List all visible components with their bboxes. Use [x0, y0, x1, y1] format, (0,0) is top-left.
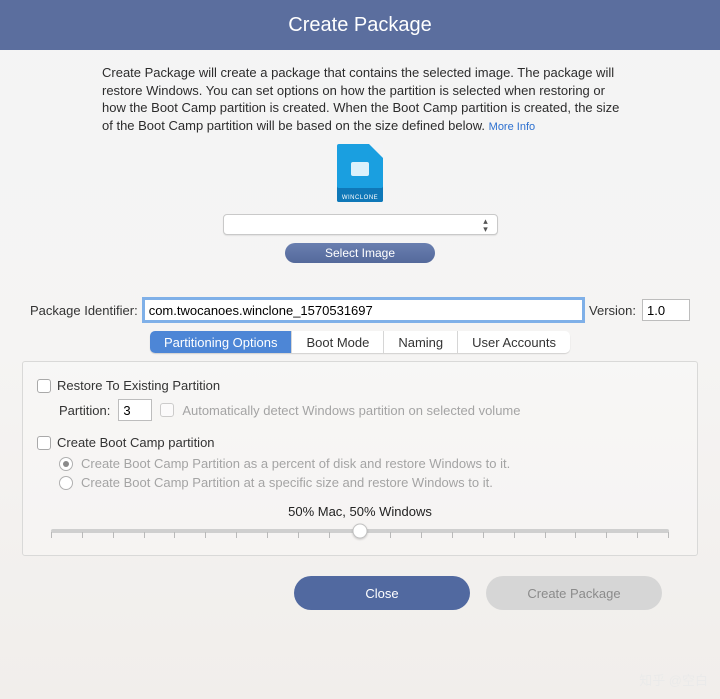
options-tabs: Partitioning Options Boot Mode Naming Us…: [150, 331, 570, 353]
more-info-link[interactable]: More Info: [489, 121, 535, 133]
slider-thumb[interactable]: [353, 524, 368, 539]
create-package-button: Create Package: [486, 576, 662, 610]
window-titlebar: Create Package: [0, 0, 720, 50]
description-text: Create Package will create a package tha…: [22, 64, 698, 134]
bootcamp-size-label: Create Boot Camp Partition at a specific…: [81, 475, 493, 490]
description-body: Create Package will create a package tha…: [102, 65, 619, 133]
document-icon-caption: WINCLONE: [337, 195, 383, 201]
auto-detect-label: Automatically detect Windows partition o…: [182, 403, 520, 418]
auto-detect-checkbox[interactable]: [160, 403, 174, 417]
create-bootcamp-label: Create Boot Camp partition: [57, 435, 215, 450]
image-select-dropdown[interactable]: ▴▾: [223, 214, 498, 235]
partitioning-options-panel: Restore To Existing Partition Partition:…: [22, 361, 698, 556]
chevron-updown-icon: ▴▾: [479, 217, 493, 233]
tab-naming[interactable]: Naming: [384, 331, 458, 353]
version-field[interactable]: [642, 299, 690, 321]
select-image-button[interactable]: Select Image: [285, 243, 435, 263]
partition-number-label: Partition:: [59, 403, 110, 418]
restore-existing-label: Restore To Existing Partition: [57, 378, 220, 393]
partition-split-label: 50% Mac, 50% Windows: [37, 504, 683, 519]
package-identifier-field[interactable]: [144, 299, 583, 321]
restore-existing-checkbox[interactable]: [37, 379, 51, 393]
create-bootcamp-checkbox[interactable]: [37, 436, 51, 450]
version-label: Version:: [589, 303, 636, 318]
partition-split-slider[interactable]: [51, 529, 669, 533]
package-identifier-label: Package Identifier:: [30, 303, 138, 318]
window-title: Create Package: [288, 14, 431, 37]
tab-partitioning-options[interactable]: Partitioning Options: [150, 331, 292, 353]
bootcamp-percent-radio[interactable]: [59, 457, 73, 471]
tab-user-accounts[interactable]: User Accounts: [458, 331, 570, 353]
winclone-document-icon: WINCLONE: [337, 144, 383, 202]
bootcamp-size-radio[interactable]: [59, 476, 73, 490]
partition-number-field[interactable]: [118, 399, 152, 421]
dialog-footer: Close Create Package: [22, 556, 698, 630]
bootcamp-percent-label: Create Boot Camp Partition as a percent …: [81, 456, 510, 471]
tab-boot-mode[interactable]: Boot Mode: [292, 331, 384, 353]
watermark-text: 知乎 @空白: [639, 670, 708, 689]
close-button[interactable]: Close: [294, 576, 470, 610]
